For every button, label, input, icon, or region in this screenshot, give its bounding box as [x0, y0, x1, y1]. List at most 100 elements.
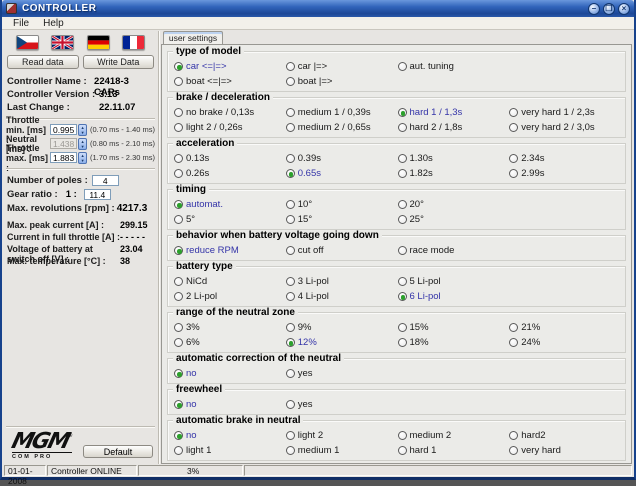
- radio-option[interactable]: yes: [286, 368, 398, 379]
- switch-off-voltage-row: Voltage of battery at switch off [V] : 2…: [7, 244, 154, 255]
- radio-option[interactable]: hard 1 / 1,3s: [398, 107, 510, 118]
- radio-option[interactable]: 5°: [174, 214, 286, 225]
- title-bar[interactable]: CONTROLLER – ❐ ×: [2, 0, 634, 17]
- radio-option[interactable]: automat.: [174, 199, 286, 210]
- menu-file[interactable]: File: [6, 18, 36, 29]
- radio-option[interactable]: light 1: [174, 445, 286, 456]
- radio-option[interactable]: 15%: [398, 322, 510, 333]
- settings-group: behavior when battery voltage going down…: [167, 235, 626, 261]
- radio-row: nolight 2medium 2hard2: [174, 428, 621, 443]
- radio-option[interactable]: 0.39s: [286, 153, 398, 164]
- settings-group: freewheelnoyes: [167, 389, 626, 415]
- menu-help[interactable]: Help: [36, 18, 71, 29]
- radio-option[interactable]: 25°: [398, 214, 510, 225]
- radio-option[interactable]: 20°: [398, 199, 510, 210]
- radio-icon: [286, 215, 295, 224]
- radio-option[interactable]: hard2: [509, 430, 621, 441]
- radio-option[interactable]: 3 Li-pol: [286, 276, 398, 287]
- close-button[interactable]: ×: [618, 3, 630, 15]
- radio-option[interactable]: medium 2 / 0,65s: [286, 122, 398, 133]
- radio-icon: [174, 292, 183, 301]
- radio-option[interactable]: car <=|=>: [174, 61, 286, 72]
- radio-option[interactable]: very hard: [509, 445, 621, 456]
- radio-option[interactable]: car |=>: [286, 61, 398, 72]
- radio-option[interactable]: hard 2 / 1,8s: [398, 122, 510, 133]
- czech-flag-icon[interactable]: [16, 35, 39, 50]
- radio-row: noyes: [174, 397, 621, 412]
- radio-option[interactable]: very hard 2 / 3,0s: [509, 122, 621, 133]
- throttle-min-input[interactable]: [50, 124, 77, 135]
- radio-option[interactable]: medium 1 / 0,39s: [286, 107, 398, 118]
- radio-option[interactable]: cut off: [286, 245, 398, 256]
- radio-option[interactable]: NiCd: [174, 276, 286, 287]
- radio-row: 2 Li-pol4 Li-pol6 Li-pol: [174, 289, 621, 304]
- poles-input[interactable]: [92, 175, 119, 186]
- spinner-down-button[interactable]: ▼: [79, 130, 86, 135]
- language-flags: [10, 35, 151, 50]
- radio-option[interactable]: 21%: [509, 322, 621, 333]
- radio-option[interactable]: no: [174, 368, 286, 379]
- radio-option[interactable]: 0.26s: [174, 168, 286, 179]
- write-data-button[interactable]: Write Data: [83, 55, 155, 69]
- radio-dot: [289, 341, 294, 346]
- radio-option-label: car |=>: [298, 61, 327, 72]
- radio-icon: [509, 169, 518, 178]
- max-temperature-label: Max. temperature [°C] :: [7, 256, 120, 267]
- radio-option[interactable]: medium 1: [286, 445, 398, 456]
- radio-option[interactable]: very hard 1 / 2,3s: [509, 107, 621, 118]
- radio-option[interactable]: light 2 / 0,26s: [174, 122, 286, 133]
- radio-icon: [174, 323, 183, 332]
- radio-option[interactable]: boat <=|=>: [174, 76, 286, 87]
- radio-option[interactable]: 3%: [174, 322, 286, 333]
- radio-option[interactable]: reduce RPM: [174, 245, 286, 256]
- gear-ratio-input[interactable]: [84, 189, 111, 200]
- radio-option[interactable]: boat |=>: [286, 76, 398, 87]
- radio-icon: [509, 108, 518, 117]
- radio-option[interactable]: 0.65s: [286, 168, 398, 179]
- spinner-down-button[interactable]: ▼: [79, 144, 86, 149]
- radio-option[interactable]: 12%: [286, 337, 398, 348]
- radio-option[interactable]: 6 Li-pol: [398, 291, 510, 302]
- group-title: type of model: [173, 46, 244, 57]
- radio-option[interactable]: 10°: [286, 199, 398, 210]
- radio-option[interactable]: 9%: [286, 322, 398, 333]
- read-data-button[interactable]: Read data: [7, 55, 79, 69]
- radio-option[interactable]: 5 Li-pol: [398, 276, 510, 287]
- radio-option[interactable]: 1.30s: [398, 153, 510, 164]
- radio-option[interactable]: race mode: [398, 245, 510, 256]
- radio-option[interactable]: 6%: [174, 337, 286, 348]
- max-revolutions-value: 4217.3: [117, 203, 148, 214]
- french-flag-icon[interactable]: [122, 35, 145, 50]
- radio-option[interactable]: 2 Li-pol: [174, 291, 286, 302]
- radio-option[interactable]: 24%: [509, 337, 621, 348]
- radio-option[interactable]: no: [174, 399, 286, 410]
- spinner-down-button[interactable]: ▼: [79, 158, 86, 163]
- radio-option[interactable]: 2.99s: [509, 168, 621, 179]
- radio-option[interactable]: 15°: [286, 214, 398, 225]
- radio-option[interactable]: 1.82s: [398, 168, 510, 179]
- radio-option-label: 12%: [298, 337, 317, 348]
- minimize-button[interactable]: –: [588, 3, 600, 15]
- uk-flag-icon[interactable]: [51, 35, 74, 50]
- radio-icon: [398, 277, 407, 286]
- radio-option[interactable]: aut. tuning: [398, 61, 510, 72]
- radio-option[interactable]: 0.13s: [174, 153, 286, 164]
- radio-option[interactable]: no: [174, 430, 286, 441]
- radio-icon: [286, 400, 295, 409]
- default-button[interactable]: Default: [83, 445, 153, 458]
- radio-option[interactable]: 4 Li-pol: [286, 291, 398, 302]
- radio-option[interactable]: no brake / 0,13s: [174, 107, 286, 118]
- radio-option[interactable]: light 2: [286, 430, 398, 441]
- radio-option[interactable]: 18%: [398, 337, 510, 348]
- throttle-max-input[interactable]: [50, 152, 77, 163]
- radio-icon: [286, 77, 295, 86]
- radio-option[interactable]: hard 1: [398, 445, 510, 456]
- controller-name-value: 22418-3 CARs: [94, 76, 154, 87]
- radio-row: 5°15°25°: [174, 212, 621, 227]
- radio-option[interactable]: yes: [286, 399, 398, 410]
- radio-option[interactable]: 2.34s: [509, 153, 621, 164]
- german-flag-icon[interactable]: [87, 35, 110, 50]
- radio-option[interactable]: medium 2: [398, 430, 510, 441]
- tab-user-settings[interactable]: user settings: [163, 31, 223, 44]
- maximize-button[interactable]: ❐: [603, 3, 615, 15]
